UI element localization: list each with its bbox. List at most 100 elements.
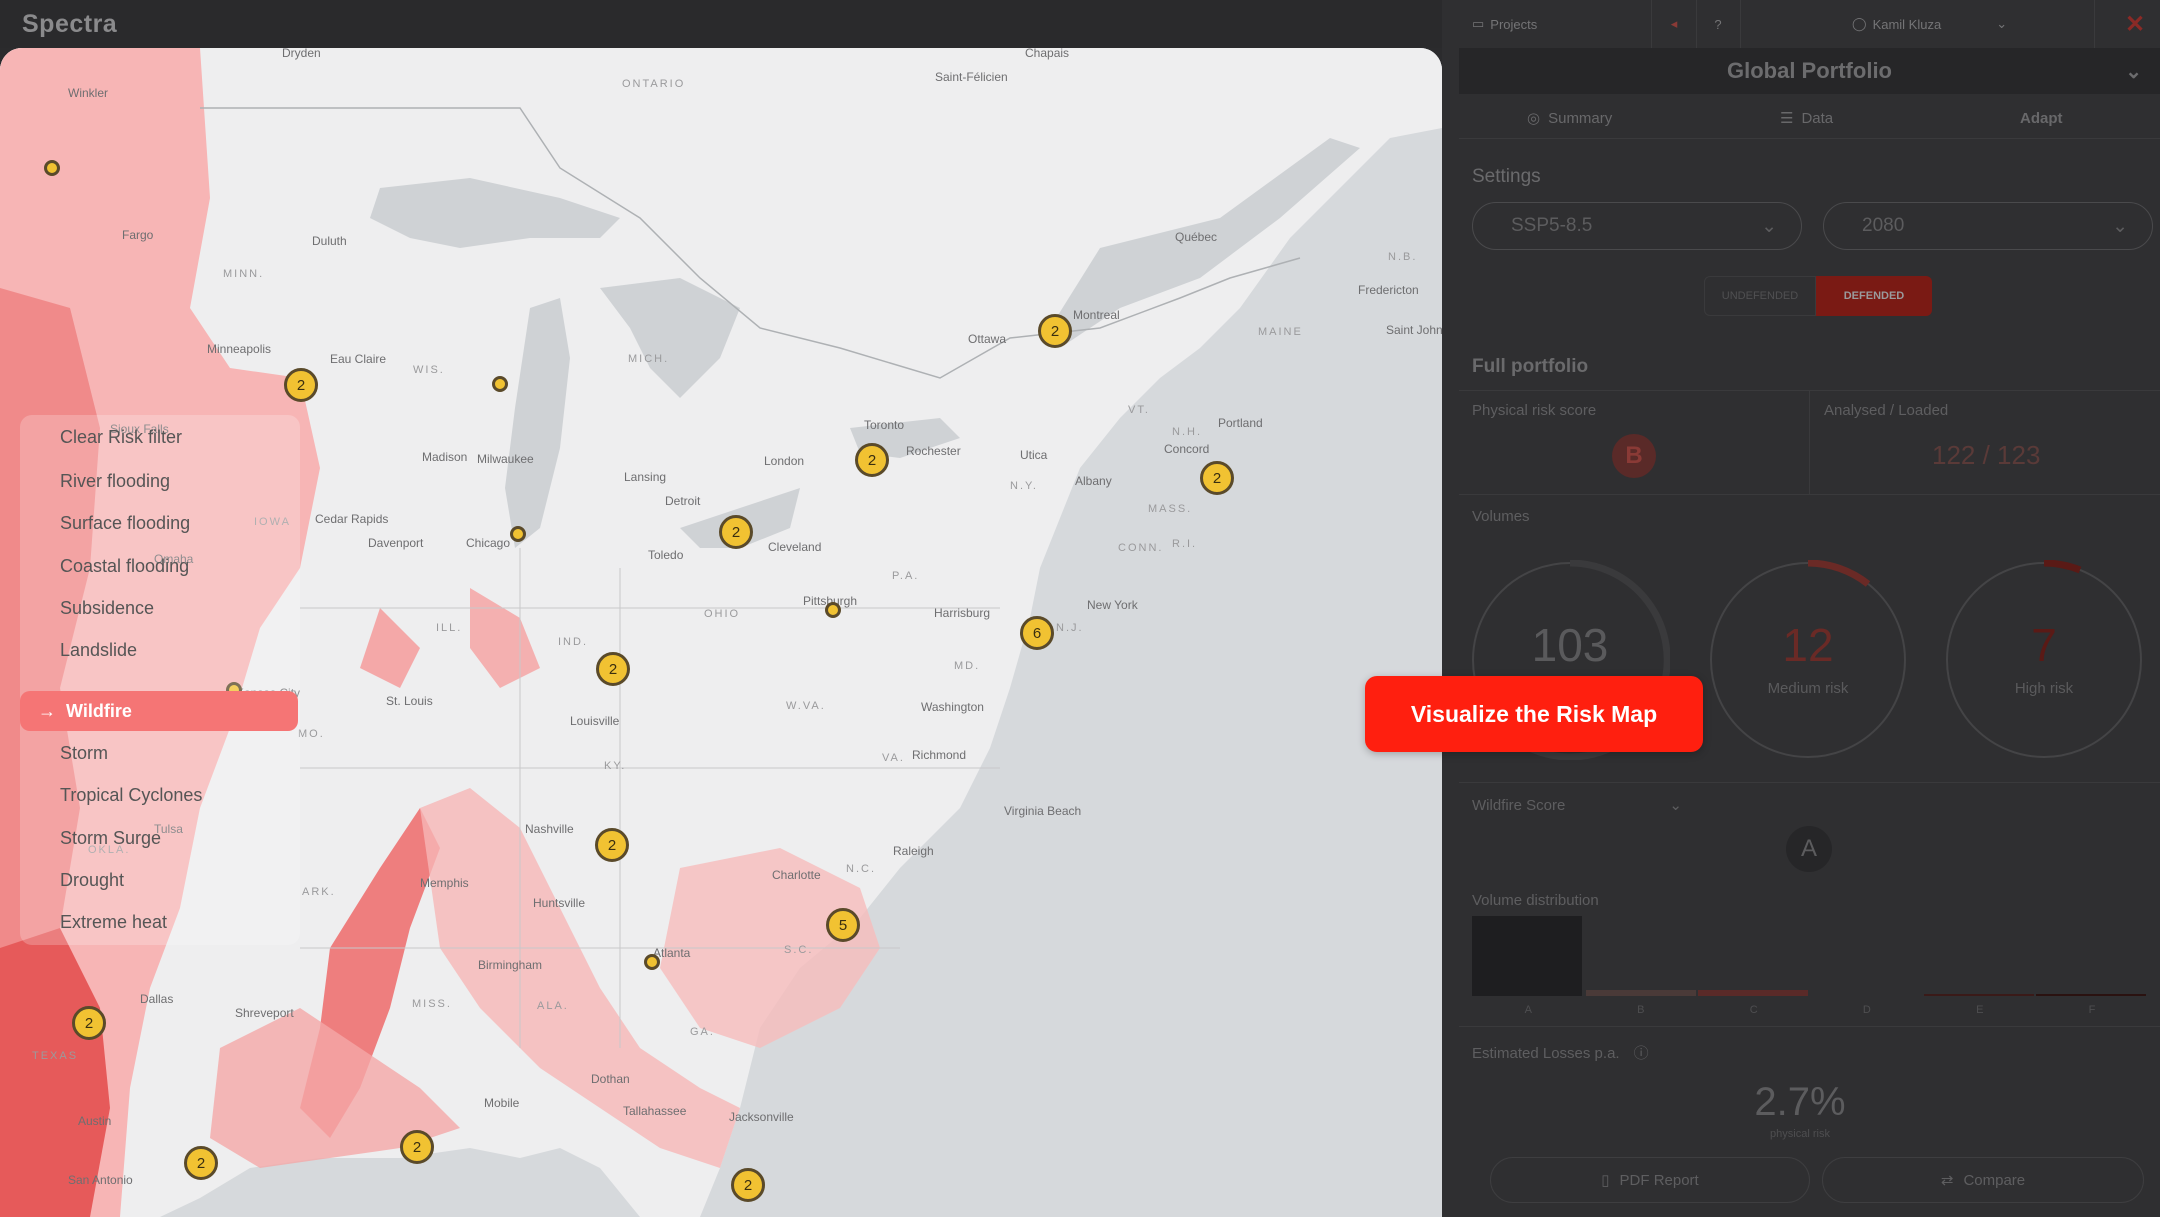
risk-filter-storm-surge[interactable]: Storm Surge xyxy=(60,828,161,849)
visualize-risk-map-button[interactable]: Visualize the Risk Map xyxy=(1365,676,1703,752)
risk-filter-extreme-heat[interactable]: Extreme heat xyxy=(60,912,167,933)
map-label: Madison xyxy=(422,450,468,464)
map-label: Detroit xyxy=(665,494,701,508)
portfolio-title-bar[interactable]: Global Portfolio ⌄ xyxy=(1459,48,2160,94)
year-select[interactable]: 2080 ⌄ xyxy=(1823,202,2153,250)
wildfire-score-dropdown[interactable]: Wildfire Score ⌄ xyxy=(1472,796,1682,814)
user-menu[interactable]: ◯ Kamil Kluza ⌄ xyxy=(1740,0,2095,48)
globe-icon: ◎ xyxy=(1527,110,1541,127)
analysed-loaded-label: Analysed / Loaded xyxy=(1824,402,1949,419)
volume-distribution-label: Volume distribution xyxy=(1472,892,1599,909)
risk-filter-subsidence[interactable]: Subsidence xyxy=(60,598,154,619)
distribution-bar-b xyxy=(1586,990,1696,996)
map-point-marker[interactable] xyxy=(492,376,508,392)
map-label: KY. xyxy=(604,760,627,772)
map-cluster-marker[interactable]: 2 xyxy=(184,1146,218,1180)
compare-icon: ⇄ xyxy=(1940,1172,1954,1189)
app-logo[interactable]: Spectra xyxy=(22,10,117,39)
map-point-marker[interactable] xyxy=(510,526,526,542)
map-label: Mobile xyxy=(484,1096,520,1110)
distribution-tick: E xyxy=(1976,1004,1984,1016)
risk-filter-drought[interactable]: Drought xyxy=(60,870,124,891)
tab-adapt[interactable]: Adapt xyxy=(2020,104,2063,132)
divider xyxy=(1809,390,1810,494)
user-icon: ◯ xyxy=(1852,16,1867,31)
risk-filter-river-flooding[interactable]: River flooding xyxy=(60,471,170,492)
risk-filter-wildfire[interactable]: → Wildfire xyxy=(20,691,298,731)
map-cluster-marker[interactable]: 5 xyxy=(826,908,860,942)
map-cluster-marker[interactable]: 6 xyxy=(1020,616,1054,650)
projects-button[interactable]: ▭ Projects xyxy=(1442,0,1652,48)
map-cluster-marker[interactable]: 2 xyxy=(1200,461,1234,495)
map-label: Huntsville xyxy=(533,896,586,910)
map-label: Washington xyxy=(921,700,984,714)
defended-toggle[interactable]: DEFENDED xyxy=(1816,276,1932,316)
map-label: N.B. xyxy=(1388,251,1418,263)
risk-filter-clear[interactable]: Clear Risk filter xyxy=(60,427,182,448)
map-label: ARK. xyxy=(302,886,336,898)
risk-filter-coastal-flooding[interactable]: Coastal flooding xyxy=(60,556,189,577)
chevron-down-icon: ⌄ xyxy=(1761,215,1777,237)
map-cluster-marker[interactable]: 2 xyxy=(284,368,318,402)
map-label: Utica xyxy=(1020,448,1048,462)
map-label: ALA. xyxy=(537,1000,569,1012)
risk-filter-storm[interactable]: Storm xyxy=(60,743,108,764)
info-icon[interactable]: ⓘ xyxy=(1634,1045,1649,1062)
risk-filter-landslide[interactable]: Landslide xyxy=(60,640,137,661)
map-label: VA. xyxy=(882,752,905,764)
undefended-toggle[interactable]: UNDEFENDED xyxy=(1704,276,1816,316)
risk-filter-surface-flooding[interactable]: Surface flooding xyxy=(60,513,190,534)
projects-label: Projects xyxy=(1490,16,1538,32)
compare-button[interactable]: ⇄ Compare xyxy=(1822,1157,2144,1203)
risk-map[interactable]: Winkler Dryden ONTARIO Chapais Saint-Fél… xyxy=(0,48,1442,1217)
close-icon[interactable]: ✕ xyxy=(2110,0,2160,48)
announcements-icon[interactable]: ◂ xyxy=(1652,0,1697,48)
map-cluster-marker[interactable]: 2 xyxy=(1038,314,1072,348)
map-cluster-marker[interactable]: 2 xyxy=(731,1168,765,1202)
map-label: P.A. xyxy=(892,570,920,582)
analysed-loaded-value: 122 / 123 xyxy=(1932,440,2041,470)
map-cluster-marker[interactable]: 2 xyxy=(72,1006,106,1040)
map-point-marker[interactable] xyxy=(644,954,660,970)
map-label: Fargo xyxy=(122,228,154,242)
map-label: Cleveland xyxy=(768,540,822,554)
map-label: MICH. xyxy=(628,353,670,365)
map-label: Eau Claire xyxy=(330,352,387,366)
risk-filter-menu: Clear Risk filter River flooding Surface… xyxy=(20,415,300,945)
map-label: Rochester xyxy=(906,444,961,458)
map-point-marker[interactable] xyxy=(44,160,60,176)
tab-summary[interactable]: ◎ Summary xyxy=(1527,104,1612,132)
chevron-down-icon: ⌄ xyxy=(2125,60,2142,83)
map-cluster-marker[interactable]: 2 xyxy=(596,652,630,686)
map-label: ILL. xyxy=(436,622,463,634)
portfolio-title: Global Portfolio xyxy=(1727,58,1892,83)
map-label: Memphis xyxy=(420,876,469,890)
map-cluster-marker[interactable]: 2 xyxy=(719,515,753,549)
map-point-marker[interactable] xyxy=(825,602,841,618)
map-label: Austin xyxy=(78,1114,112,1128)
map-label: Cedar Rapids xyxy=(315,512,389,526)
risk-filter-tropical-cyclones[interactable]: Tropical Cyclones xyxy=(60,785,202,806)
tab-data[interactable]: ☰ Data xyxy=(1780,104,1833,132)
map-label: Birmingham xyxy=(478,958,543,972)
distribution-tick: C xyxy=(1749,1004,1758,1016)
map-label: Québec xyxy=(1175,230,1218,244)
map-label: Dothan xyxy=(591,1072,630,1086)
scenario-select[interactable]: SSP5-8.5 ⌄ xyxy=(1472,202,1802,250)
map-cluster-marker[interactable]: 2 xyxy=(855,443,889,477)
map-label: W.VA. xyxy=(786,700,826,712)
wildfire-score-label: Wildfire Score xyxy=(1472,797,1566,814)
list-icon: ☰ xyxy=(1780,110,1794,127)
pdf-report-button[interactable]: ▯ PDF Report xyxy=(1490,1157,1810,1203)
map-label: MINN. xyxy=(223,268,265,280)
help-icon[interactable]: ? xyxy=(1696,0,1741,48)
map-label: MISS. xyxy=(412,998,452,1010)
map-label: Albany xyxy=(1075,474,1112,488)
map-cluster-marker[interactable]: 2 xyxy=(400,1130,434,1164)
user-name: Kamil Kluza xyxy=(1872,16,1942,32)
map-cluster-marker[interactable]: 2 xyxy=(595,828,629,862)
map-label: Davenport xyxy=(368,536,424,550)
risk-filter-label: Wildfire xyxy=(66,700,132,721)
map-label: ONTARIO xyxy=(622,78,686,90)
volume-high-label: High risk xyxy=(2014,680,2074,697)
